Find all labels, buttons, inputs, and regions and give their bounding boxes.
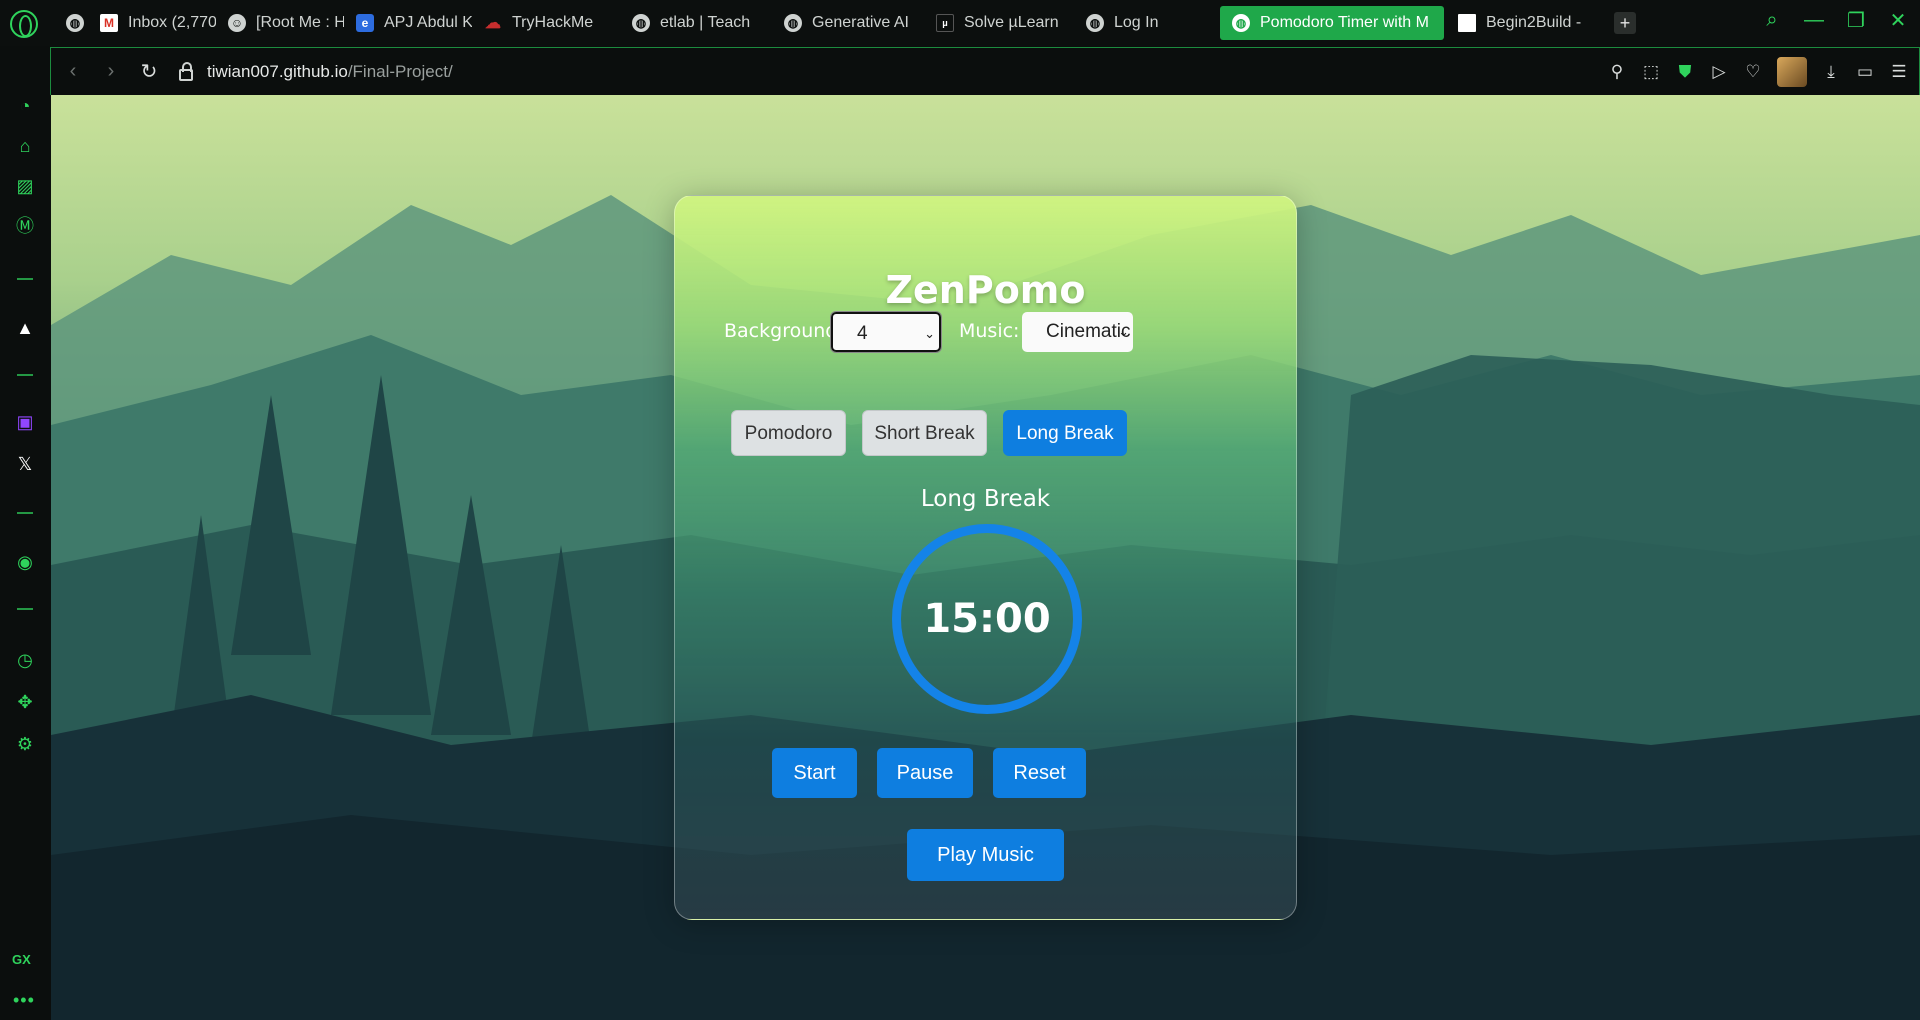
app-title: ZenPomo xyxy=(885,268,1086,312)
sidebar-divider xyxy=(17,374,33,376)
music-label: Music: xyxy=(959,320,1020,342)
tab-login[interactable]: ◍ Log In xyxy=(1080,6,1220,40)
page-viewport: ZenPomo Background: 4 ⌄ Music: Cinematic… xyxy=(51,95,1920,1020)
restore-icon[interactable]: ❐ xyxy=(1844,8,1868,33)
pomodoro-mode-button[interactable]: Pomodoro xyxy=(731,410,846,456)
opera-logo-icon[interactable] xyxy=(10,10,38,38)
globe-icon: ◍ xyxy=(632,14,650,32)
rootme-icon: ☺ xyxy=(228,14,246,32)
tab-begin2build[interactable]: Begin2Build - xyxy=(1452,6,1602,40)
edge-icon: e xyxy=(356,14,374,32)
back-icon[interactable]: ‹ xyxy=(57,60,89,83)
tab-tryhackme[interactable]: ☁ TryHackMe xyxy=(478,6,626,40)
tab-apj[interactable]: eAPJ Abdul Ka xyxy=(350,6,478,40)
url-field[interactable]: tiwian007.github.io/Final-Project/ xyxy=(207,62,453,82)
snapshot-icon[interactable]: ⬚ xyxy=(1641,62,1661,82)
tab-inbox[interactable]: M Inbox (2,770) xyxy=(94,6,222,40)
address-bar: ‹ › ↻ tiwian007.github.io/Final-Project/… xyxy=(50,47,1920,95)
browser-tab-bar: ◍ MInbox (2,770) ☺[Root Me : Ha eAPJ Abd… xyxy=(0,0,1920,46)
start-button[interactable]: Start xyxy=(772,748,857,798)
forward-icon[interactable]: › xyxy=(95,60,127,83)
tab-etlab[interactable]: ◍ etlab | Teach xyxy=(626,6,778,40)
gx-logo-icon[interactable]: GX xyxy=(12,952,31,967)
search-icon[interactable]: ⌕ xyxy=(1760,9,1784,32)
page-icon xyxy=(1458,14,1476,32)
globe-icon: ◍ xyxy=(66,14,84,32)
pomodoro-card: ZenPomo Background: 4 ⌄ Music: Cinematic… xyxy=(674,195,1297,920)
extensions-icon[interactable]: ✥ xyxy=(13,690,37,714)
chevron-down-icon: ⌄ xyxy=(924,326,935,341)
close-icon[interactable]: ✕ xyxy=(1886,8,1910,33)
avatar[interactable] xyxy=(1777,57,1807,87)
tryhackme-icon: ☁ xyxy=(485,15,501,32)
timer-display: 15:00 xyxy=(923,596,1051,642)
gx-control-icon[interactable]: ⌂ xyxy=(13,134,37,158)
music-select[interactable]: Cinematic ⌄ xyxy=(1022,312,1133,352)
mod-icon[interactable]: Ⓜ xyxy=(13,214,37,238)
sidebar-divider xyxy=(17,278,33,280)
chevron-down-icon: ⌄ xyxy=(1118,324,1129,339)
speed-dial-icon[interactable]: ◔ xyxy=(13,94,37,118)
mulearn-icon: μ xyxy=(936,14,954,32)
minimize-icon[interactable]: — xyxy=(1802,9,1826,32)
globe-icon: ◍ xyxy=(784,14,802,32)
sidebar-divider xyxy=(17,608,33,610)
window-controls: ⌕ — ❐ ✕ xyxy=(1760,8,1910,33)
tab-mulearn[interactable]: μ Solve µLearn xyxy=(930,6,1080,40)
gx-corner-icon[interactable]: ▨ xyxy=(13,174,37,198)
timer-ring: 15:00 xyxy=(892,524,1082,714)
tab-rootme[interactable]: ☺[Root Me : Ha xyxy=(222,6,350,40)
tab-pomodoro-active[interactable]: ◍ Pomodoro Timer with M xyxy=(1220,6,1444,40)
reload-icon[interactable]: ↻ xyxy=(133,59,165,84)
short-break-mode-button[interactable]: Short Break xyxy=(862,410,987,456)
x-twitter-icon[interactable]: 𝕏 xyxy=(13,452,37,476)
heart-icon[interactable]: ♡ xyxy=(1743,62,1763,82)
tab-strip: ◍ MInbox (2,770) ☺[Root Me : Ha eAPJ Abd… xyxy=(60,6,1636,40)
lock-icon[interactable] xyxy=(179,61,193,81)
twitch-icon[interactable]: ▣ xyxy=(13,410,37,434)
current-mode-label: Long Break xyxy=(920,486,1051,512)
battery-icon[interactable]: ▭ xyxy=(1855,62,1875,82)
browser-sidebar: ◔ ⌂ ▨ Ⓜ ▲ ▣ 𝕏 ◉ ◷ ✥ ⚙ GX ••• xyxy=(0,46,50,1020)
new-tab-button[interactable]: + xyxy=(1614,12,1636,34)
address-bar-actions: ⚲ ⬚ ⛊ ▷ ♡ ⤓ ▭ ☰ xyxy=(1607,57,1909,87)
settings-gear-icon[interactable]: ⚙ xyxy=(13,732,37,756)
gmail-icon: M xyxy=(100,14,118,32)
download-icon[interactable]: ⤓ xyxy=(1821,62,1841,82)
globe-icon: ◍ xyxy=(1086,14,1104,32)
arc-icon[interactable]: ▲ xyxy=(13,316,37,340)
play-music-button[interactable]: Play Music xyxy=(907,829,1064,881)
sidebar-divider xyxy=(17,512,33,514)
tab-generative-ai[interactable]: ◍ Generative AI xyxy=(778,6,930,40)
tab-globe[interactable]: ◍ xyxy=(60,6,94,40)
background-select-value: 4 xyxy=(857,323,868,344)
background-label: Background: xyxy=(724,320,844,342)
long-break-mode-button[interactable]: Long Break xyxy=(1003,410,1127,456)
pin-icon[interactable]: ⚲ xyxy=(1607,62,1627,82)
globe-icon: ◍ xyxy=(1232,14,1250,32)
reset-button[interactable]: Reset xyxy=(993,748,1086,798)
send-icon[interactable]: ▷ xyxy=(1709,62,1729,82)
adblock-shield-icon[interactable]: ⛊ xyxy=(1675,62,1695,82)
history-icon[interactable]: ◷ xyxy=(13,648,37,672)
more-icon[interactable]: ••• xyxy=(13,990,35,1011)
player-icon[interactable]: ◉ xyxy=(13,550,37,574)
pause-button[interactable]: Pause xyxy=(877,748,973,798)
background-select[interactable]: 4 ⌄ xyxy=(830,311,942,353)
menu-icon[interactable]: ☰ xyxy=(1889,62,1909,82)
